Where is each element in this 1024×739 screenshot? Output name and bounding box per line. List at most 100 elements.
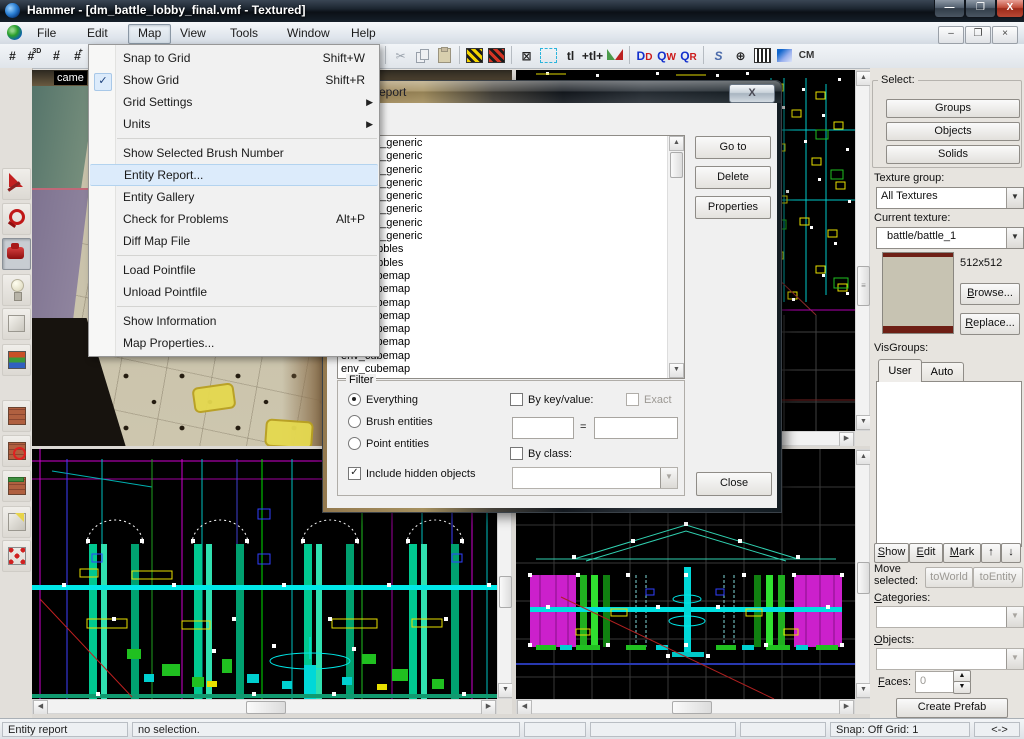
goto-button[interactable]: Go to [695, 136, 771, 159]
restore-button[interactable]: ❐ [965, 0, 996, 18]
scroll-down-icon[interactable]: ▼ [856, 415, 871, 430]
title-bar[interactable]: Hammer - [dm_battle_lobby_final.vmf - Te… [0, 0, 1024, 22]
chevron-down-icon[interactable]: ▼ [1006, 188, 1023, 208]
scroll-right-icon[interactable]: ▶ [481, 700, 496, 715]
scrollbar-thumb[interactable] [499, 576, 512, 608]
menu-item-map-properties[interactable]: Map Properties... [89, 332, 379, 354]
menubar-item-view[interactable]: View [171, 24, 215, 42]
entity-list-item[interactable]: env_bubbles [338, 243, 668, 256]
menubar-item-edit[interactable]: Edit [78, 24, 117, 42]
menu-item-show-information[interactable]: Show Information [89, 310, 379, 332]
entity-list-item[interactable]: env_cubemap [338, 297, 668, 310]
scrollbar-vertical[interactable]: ▲ ≡ ▼ [855, 70, 870, 431]
apply-decals-tool-icon[interactable] [2, 435, 31, 467]
menu-item-show-grid[interactable]: ✓Show GridShift+R [89, 69, 379, 91]
texture-application-tool-icon[interactable] [2, 344, 31, 376]
spinner-down-icon[interactable]: ▼ [953, 681, 971, 694]
mdi-close-button[interactable]: × [992, 26, 1018, 44]
scroll-up-icon[interactable]: ▲ [669, 136, 684, 151]
entity-list[interactable]: ambient_genericambient_genericambient_ge… [337, 135, 685, 379]
menu-item-entity-report[interactable]: Entity Report... [90, 164, 378, 186]
cut-icon[interactable]: ✂ [390, 45, 411, 66]
scrollbar-horizontal[interactable]: ◀ ▶ [32, 699, 497, 714]
current-texture-dropdown[interactable]: battle/battle_1 ▼ [876, 227, 1024, 249]
magnify-tool-icon[interactable] [2, 203, 31, 235]
block-tool-icon[interactable] [2, 308, 31, 340]
to-entity-button[interactable]: toEntity [973, 567, 1023, 588]
visgroup-edit-button[interactable]: Edit [909, 543, 943, 563]
checkbox-checked-icon[interactable]: ✓ [348, 467, 361, 480]
texture-group-dropdown[interactable]: All Textures ▼ [876, 187, 1024, 209]
texture-shift-icon[interactable] [774, 45, 795, 66]
menu-item-check-for-problems[interactable]: Check for ProblemsAlt+P [89, 208, 379, 230]
scrollbar-vertical[interactable]: ▲ ▼ [855, 449, 870, 699]
scroll-right-icon[interactable]: ▶ [839, 432, 854, 447]
entity-report-dialog[interactable]: Entity Report X ambient_genericambient_g… [322, 80, 782, 513]
clipping-tool-icon[interactable] [2, 506, 31, 538]
by-keyvalue-checkbox[interactable]: By key/value: [510, 393, 593, 406]
vertex-scale-icon[interactable]: S [708, 45, 729, 66]
toolbar-dd-icon[interactable]: DD [634, 45, 655, 66]
model-fade-preview-icon[interactable] [604, 45, 625, 66]
checkbox-icon[interactable] [510, 393, 523, 406]
visgroup-show-button[interactable]: Show [874, 543, 909, 563]
selection-tool-icon[interactable] [2, 168, 31, 200]
entity-list-item[interactable]: ambient_generic [338, 217, 668, 230]
entity-list-item[interactable]: ambient_generic [338, 203, 668, 216]
scroll-up-icon[interactable]: ▲ [856, 71, 871, 86]
entity-list-item[interactable]: env_cubemap [338, 270, 668, 283]
toggle-2d-grid-icon[interactable]: # [2, 45, 23, 66]
checkbox-icon[interactable] [510, 447, 523, 460]
scroll-right-icon[interactable]: ▶ [839, 700, 854, 715]
entity-tool-icon[interactable] [2, 274, 31, 306]
move-down-icon[interactable]: ↓ [1001, 543, 1021, 563]
filter-brush-radio[interactable]: Brush entities [348, 415, 433, 428]
menu-item-unload-pointfile[interactable]: Unload Pointfile [89, 281, 379, 303]
objects-dropdown[interactable]: ▼ [876, 648, 1024, 670]
viewport-label[interactable]: came [54, 71, 87, 85]
camera-tool-icon[interactable] [2, 238, 31, 270]
toggle-3d-grid-icon[interactable]: #3D [24, 45, 45, 66]
to-world-button[interactable]: toWorld [925, 567, 973, 588]
entity-list-item[interactable]: env_bubbles [338, 257, 668, 270]
radio-icon[interactable] [348, 437, 361, 450]
scrollbar-thumb[interactable]: ≡ [857, 266, 870, 306]
entity-list-item[interactable]: env_cubemap [338, 350, 668, 363]
select-objects-button[interactable]: Objects [886, 122, 1020, 141]
properties-button[interactable]: Properties [695, 196, 771, 219]
sphere-icon[interactable]: ⊕ [730, 45, 751, 66]
scrollbar-thumb[interactable] [246, 701, 286, 714]
menu-item-units[interactable]: Units▶ [89, 113, 379, 135]
close-button[interactable]: X [996, 0, 1024, 18]
entity-list-item[interactable]: ambient_generic [338, 150, 668, 163]
cordon-edit-icon[interactable] [486, 45, 507, 66]
entity-list-item[interactable]: ambient_generic [338, 164, 668, 177]
dialog-title-bar[interactable]: Entity Report X [323, 81, 781, 103]
entity-list-scrollbar[interactable]: ▲ ▼ [667, 136, 684, 378]
scrollbar-thumb[interactable] [857, 562, 870, 594]
entity-list-item[interactable]: ambient_generic [338, 190, 668, 203]
exact-checkbox[interactable]: Exact [626, 393, 672, 406]
menu-item-snap-to-grid[interactable]: Snap to GridShift+W [89, 47, 379, 69]
categories-dropdown[interactable]: ▼ [876, 606, 1024, 628]
scroll-left-icon[interactable]: ◀ [33, 700, 48, 715]
mdi-restore-button[interactable]: ❐ [965, 26, 991, 44]
scroll-down-icon[interactable]: ▼ [856, 683, 871, 698]
entity-list-item[interactable]: ambient_generic [338, 137, 668, 150]
entity-list-item[interactable]: env_cubemap [338, 323, 668, 336]
scroll-down-icon[interactable]: ▼ [669, 363, 684, 378]
delete-button[interactable]: Delete [695, 166, 771, 189]
mdi-minimize-button[interactable]: – [938, 26, 964, 44]
scroll-down-icon[interactable]: ▼ [498, 683, 513, 698]
radio-icon[interactable] [348, 415, 361, 428]
move-up-icon[interactable]: ↑ [981, 543, 1001, 563]
entity-list-item[interactable]: ambient_generic [338, 177, 668, 190]
cordon-toggle-icon[interactable] [464, 45, 485, 66]
radio-selected-icon[interactable] [348, 393, 361, 406]
scrollbar-thumb[interactable] [672, 701, 712, 714]
scrollbar-horizontal[interactable]: ◀ ▶ [516, 699, 855, 714]
visgroups-list[interactable] [876, 381, 1022, 547]
toolbar-qw-icon[interactable]: QW [656, 45, 677, 66]
select-solids-button[interactable]: Solids [886, 145, 1020, 164]
scroll-up-icon[interactable]: ▲ [856, 450, 871, 465]
